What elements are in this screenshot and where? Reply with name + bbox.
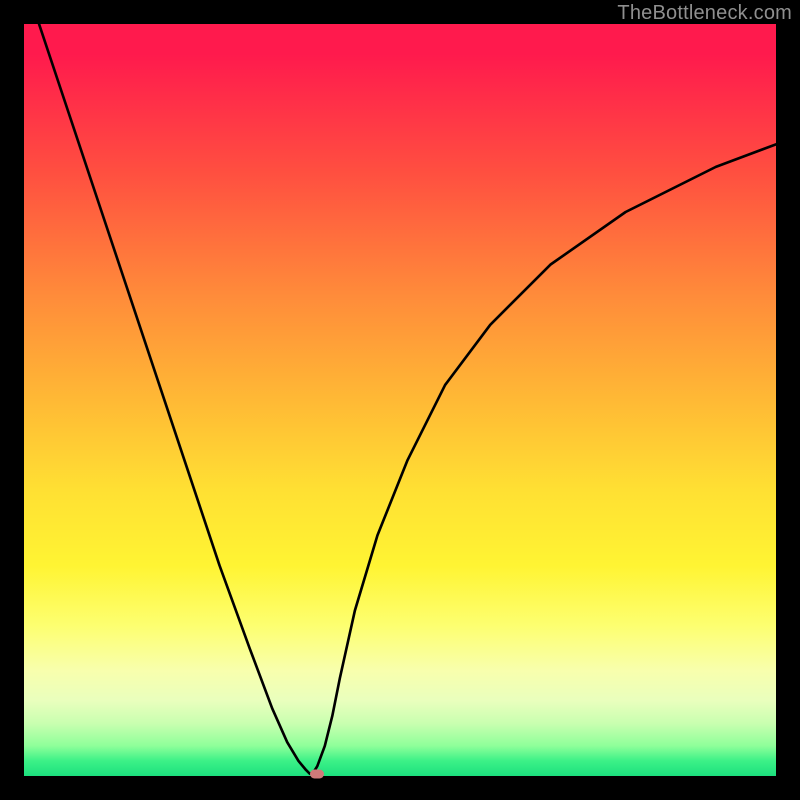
plot-area [24, 24, 776, 776]
minimum-marker [310, 769, 324, 778]
chart-container: TheBottleneck.com [0, 0, 800, 800]
bottleneck-curve [39, 24, 776, 774]
watermark-text: TheBottleneck.com [617, 2, 792, 25]
curve-svg [24, 24, 776, 776]
